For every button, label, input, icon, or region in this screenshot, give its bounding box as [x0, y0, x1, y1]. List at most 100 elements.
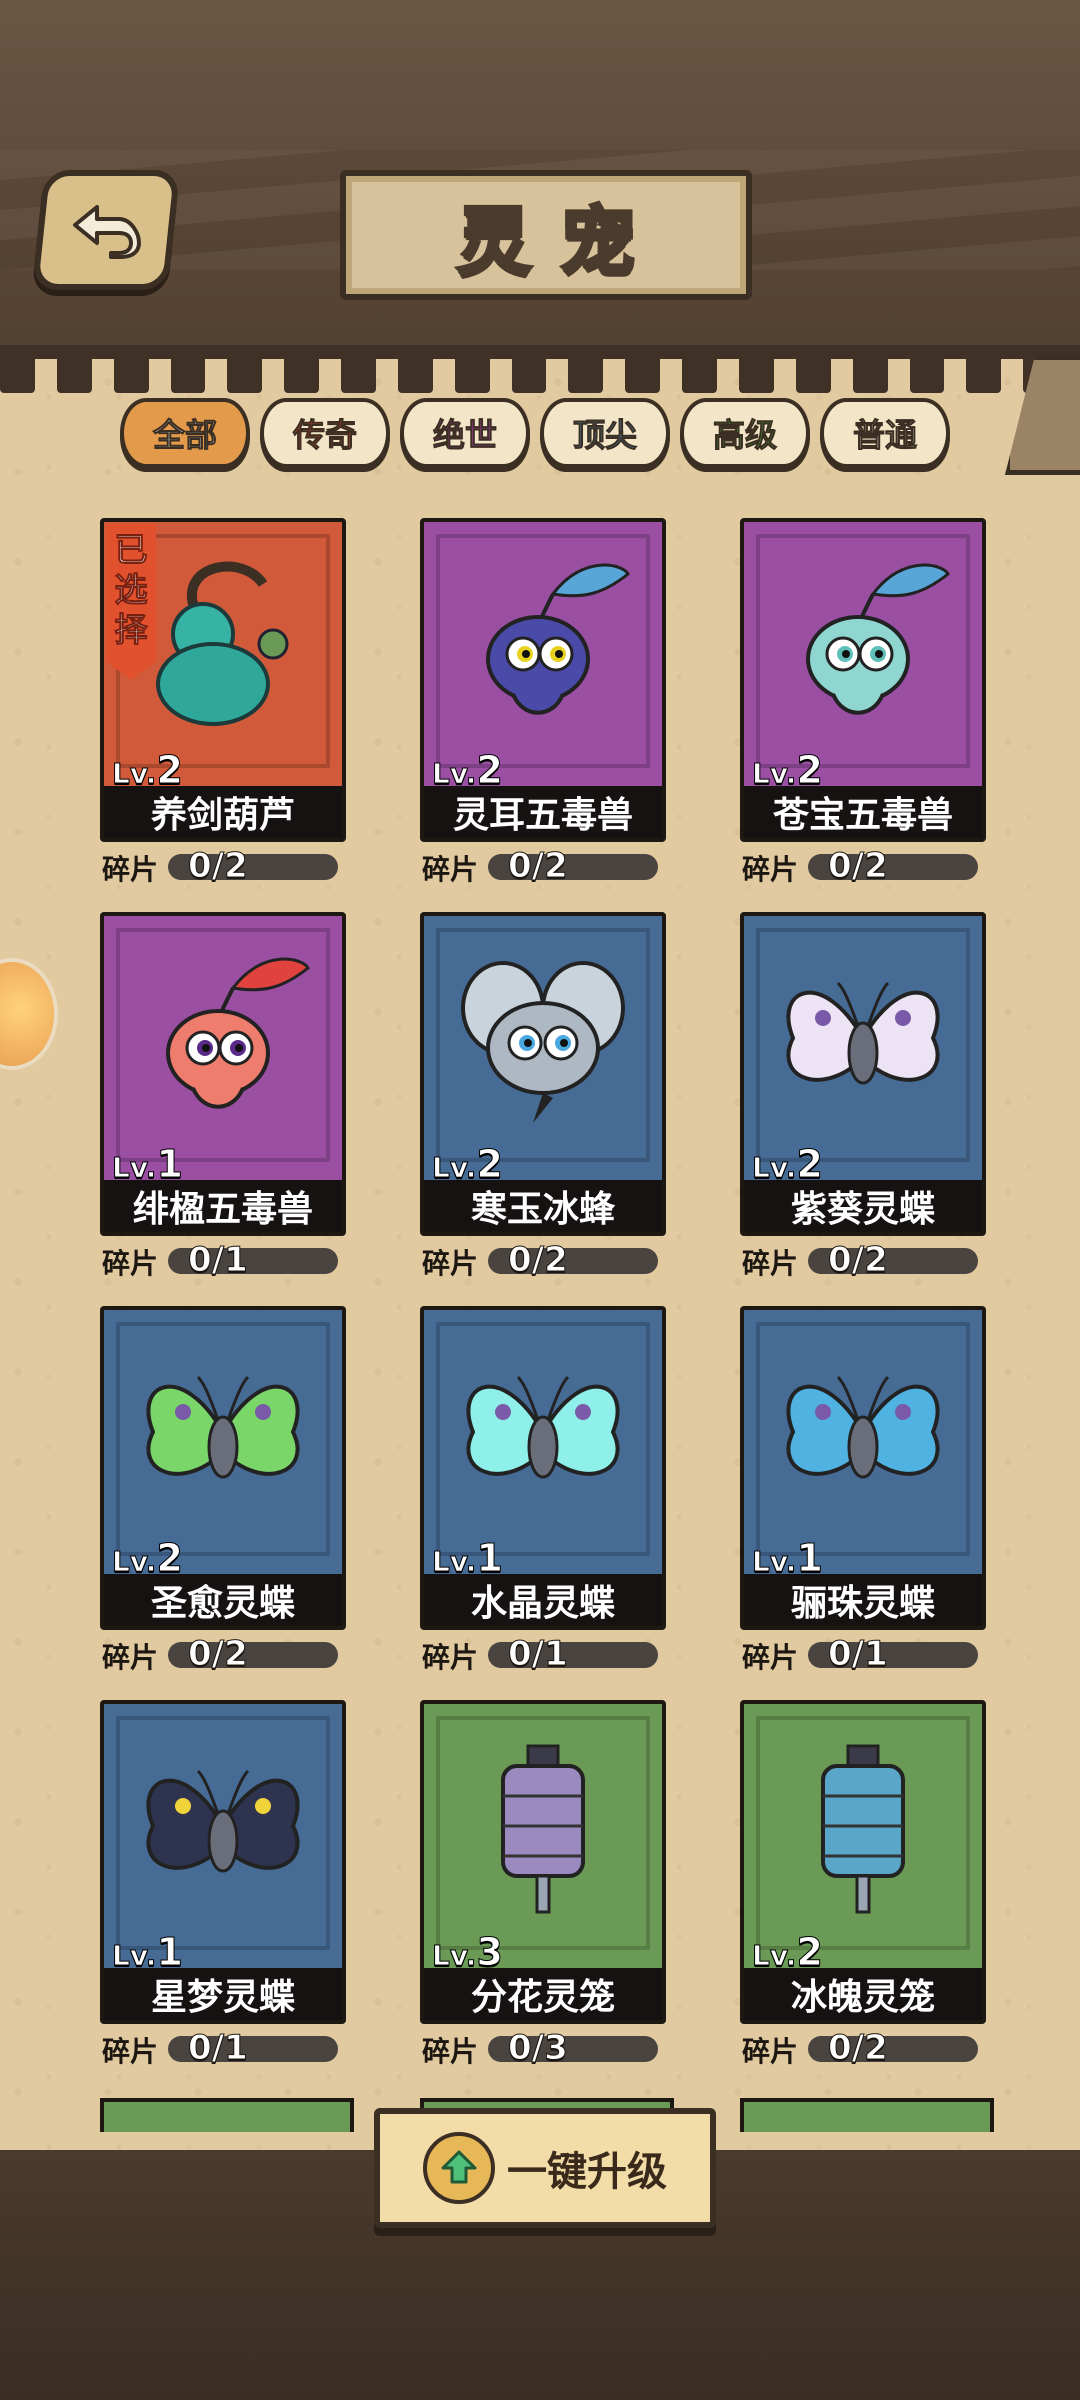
pet-name: 养剑葫芦	[104, 786, 342, 838]
pet-card[interactable]: Lv.2 灵耳五毒兽	[420, 518, 666, 842]
page-title: 灵宠	[340, 170, 752, 300]
dark-butterfly-icon	[146, 1769, 300, 1873]
pet-name: 冰魄灵笼	[744, 1968, 982, 2020]
pet-name: 苍宝五毒兽	[744, 786, 982, 838]
tab-1[interactable]: 传奇	[260, 398, 390, 468]
pet-card[interactable]: Lv.2 冰魄灵笼	[740, 1700, 986, 2024]
pet-card[interactable]: Lv.2 苍宝五毒兽	[740, 518, 986, 842]
pet-card[interactable]: Lv.2 紫葵灵蝶	[740, 912, 986, 1236]
pet-card-frame: Lv.2 灵耳五毒兽	[420, 518, 666, 842]
fragment-progress: 碎片 0/2	[100, 846, 340, 887]
pet-name: 灵耳五毒兽	[424, 786, 662, 838]
selected-tag-char: 择	[114, 610, 148, 650]
fragment-progress: 碎片 0/1	[100, 2028, 340, 2069]
tab-label: 传奇	[292, 416, 357, 455]
crenel-tooth	[397, 345, 433, 393]
pet-card-frame: Lv.2 苍宝五毒兽	[740, 518, 986, 842]
tab-3[interactable]: 顶尖	[540, 398, 670, 468]
pet-card[interactable]: Lv.1 骊珠灵蝶	[740, 1306, 986, 1630]
pet-card[interactable]: Lv.2 寒玉冰蜂	[420, 912, 666, 1236]
purple-lantern-icon	[501, 1744, 585, 1914]
partial-card[interactable]	[100, 2098, 354, 2132]
fragment-progress: 碎片 0/1	[420, 1634, 660, 1675]
partial-card[interactable]	[740, 2098, 994, 2132]
fragment-label: 碎片	[742, 2035, 799, 2068]
selected-tag: 已选择	[106, 524, 156, 680]
crenel-tooth	[568, 345, 604, 393]
pet-name: 水晶灵蝶	[424, 1574, 662, 1626]
crenel-tooth	[852, 345, 888, 393]
crenel-tooth	[625, 345, 661, 393]
tab-label: 顶尖	[572, 416, 637, 455]
crenel-tooth	[0, 345, 35, 393]
tab-label: 普通	[852, 416, 917, 455]
pet-card-frame: Lv.1 水晶灵蝶	[420, 1306, 666, 1630]
fragment-progress: 碎片 0/1	[100, 1240, 340, 1281]
fragment-label: 碎片	[102, 2035, 159, 2068]
fragment-label: 碎片	[102, 1247, 159, 1280]
pet-card-frame: Lv.2 圣愈灵蝶	[100, 1306, 346, 1630]
fragment-progress: 碎片 0/2	[740, 1240, 980, 1281]
fragment-count: 0/2	[508, 1240, 569, 1281]
fragment-label: 碎片	[742, 1247, 799, 1280]
fragment-count: 0/2	[828, 1240, 889, 1281]
one-click-upgrade-button[interactable]: 一键升级	[374, 2108, 716, 2228]
crenel-tooth	[113, 345, 149, 393]
pet-card-frame: Lv.2 紫葵灵蝶	[740, 912, 986, 1236]
back-button[interactable]	[31, 170, 181, 290]
pet-card[interactable]: Lv.1 绯楹五毒兽	[100, 912, 346, 1236]
pet-card[interactable]: Lv.3 分花灵笼	[420, 1700, 666, 2024]
fragment-progress: 碎片 0/1	[740, 1634, 980, 1675]
crenel-tooth	[170, 345, 206, 393]
pet-card-frame: 已选择 Lv.2 养剑葫芦	[100, 518, 346, 842]
pet-name: 分花灵笼	[424, 1968, 662, 2020]
fragment-progress: 碎片 0/2	[740, 2028, 980, 2069]
pet-card[interactable]: Lv.1 水晶灵蝶	[420, 1306, 666, 1630]
pet-card[interactable]: Lv.1 星梦灵蝶	[100, 1700, 346, 2024]
fragment-progress: 碎片 0/2	[100, 1634, 340, 1675]
tab-0[interactable]: 全部	[120, 398, 250, 468]
pet-card[interactable]: 已选择 Lv.2 养剑葫芦	[100, 518, 346, 842]
fragment-label: 碎片	[102, 1641, 159, 1674]
green-butterfly-icon	[146, 1375, 300, 1479]
fragment-label: 碎片	[422, 2035, 479, 2068]
fragment-count: 0/2	[828, 846, 889, 887]
crenel-tooth	[966, 345, 1002, 393]
crenel-tooth	[682, 345, 717, 393]
crenel-tooth	[56, 345, 92, 393]
fragment-count: 0/2	[188, 1634, 249, 1675]
fragment-count: 0/1	[828, 1634, 889, 1675]
fragment-count: 0/1	[508, 1634, 569, 1675]
pet-name: 圣愈灵蝶	[104, 1574, 342, 1626]
pet-name: 紫葵灵蝶	[744, 1180, 982, 1232]
tab-label: 高级	[712, 416, 777, 455]
crenel-border	[0, 345, 1080, 393]
pet-card-frame: Lv.2 冰魄灵笼	[740, 1700, 986, 2024]
pet-name: 绯楹五毒兽	[104, 1180, 342, 1232]
pet-card-frame: Lv.3 分花灵笼	[420, 1700, 666, 2024]
fragment-label: 碎片	[742, 1641, 799, 1674]
pet-card-frame: Lv.2 寒玉冰蜂	[420, 912, 666, 1236]
pet-card-frame: Lv.1 绯楹五毒兽	[100, 912, 346, 1236]
upgrade-label: 一键升级	[507, 2149, 667, 2195]
pet-card-frame: Lv.1 骊珠灵蝶	[740, 1306, 986, 1630]
crenel-tooth	[738, 345, 774, 393]
fragment-progress: 碎片 0/3	[420, 2028, 660, 2069]
crenel-tooth	[341, 345, 376, 393]
back-arrow-icon	[73, 205, 141, 259]
fragment-label: 碎片	[422, 853, 479, 886]
tab-4[interactable]: 高级	[680, 398, 810, 468]
cyan-butterfly-icon	[466, 1375, 620, 1479]
fragment-label: 碎片	[102, 853, 159, 886]
selected-tag-char: 已	[114, 530, 148, 570]
fragment-label: 碎片	[422, 1247, 479, 1280]
tab-2[interactable]: 绝世	[400, 398, 530, 468]
pet-name: 星梦灵蝶	[104, 1968, 342, 2020]
pet-card[interactable]: Lv.2 圣愈灵蝶	[100, 1306, 346, 1630]
fragment-label: 碎片	[422, 1641, 479, 1674]
purple-creature-icon	[486, 563, 630, 715]
tab-5[interactable]: 普通	[820, 398, 950, 468]
fragment-progress: 碎片 0/2	[740, 846, 980, 887]
crenel-tooth	[511, 345, 547, 393]
crenel-tooth	[909, 345, 945, 393]
